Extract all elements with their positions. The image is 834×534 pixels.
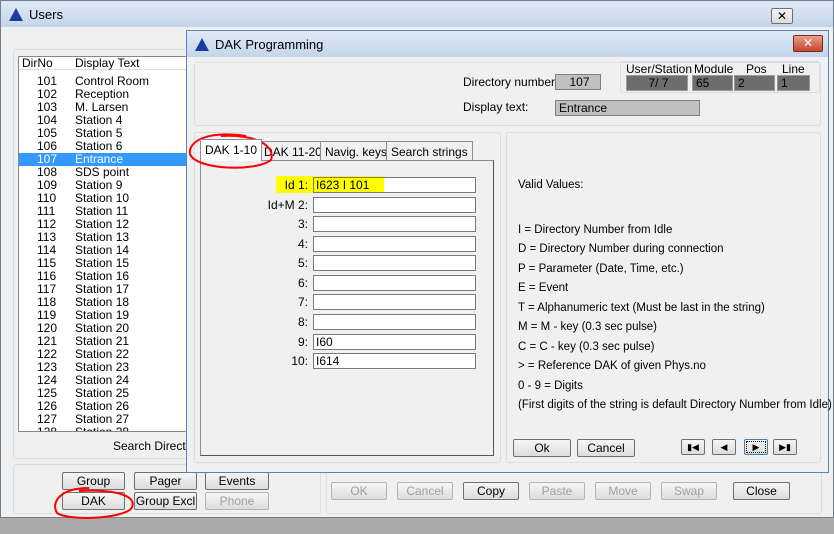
user-station-header: User/Station: [626, 62, 693, 76]
red-annotation-circle: [54, 487, 134, 519]
valid-value-line: M = M - key (0.3 sec pulse): [518, 321, 657, 333]
dak-input-9[interactable]: I60: [313, 334, 476, 350]
dak-titlebar: DAK Programming: [187, 31, 828, 57]
pos-header: Pos: [746, 62, 767, 76]
valid-value-line: > = Reference DAK of given Phys.no: [518, 360, 706, 372]
app-logo-icon: [9, 7, 23, 21]
valid-value-line: 0 - 9 = Digits: [518, 380, 583, 392]
dak-input-7[interactable]: [313, 294, 476, 310]
events-button[interactable]: Events: [205, 472, 269, 490]
pos-value: 2: [734, 75, 775, 91]
cancel-button[interactable]: Cancel: [397, 482, 453, 500]
next-record-button[interactable]: ▶: [744, 439, 768, 455]
tab-dak-1-10[interactable]: DAK 1-10: [200, 139, 263, 161]
phone-button[interactable]: Phone: [205, 492, 269, 510]
valid-value-line: P = Parameter (Date, Time, etc.): [518, 263, 684, 275]
list-header: DirNo Display Text: [19, 57, 186, 70]
users-titlebar: Users: [1, 1, 833, 27]
dak-title: DAK Programming: [215, 36, 324, 52]
col-dirno[interactable]: DirNo: [19, 57, 75, 70]
user-station-value: 7/ 7: [626, 75, 688, 91]
directory-list[interactable]: DirNo Display Text 101 Control Room 102 Rec…: [18, 56, 187, 432]
dak-label-7: 7:: [297, 295, 308, 309]
valid-value-line: T = Alphanumeric text (Must be last in t…: [518, 302, 765, 314]
dak-label-5: 5:: [297, 256, 308, 270]
dak-label-4: 4:: [297, 237, 308, 251]
line-value: 1: [777, 75, 810, 91]
dak-label-9: 9:: [297, 335, 308, 349]
users-close-button[interactable]: ✕: [771, 8, 793, 24]
ok-button[interactable]: OK: [331, 482, 387, 500]
tab-search-strings[interactable]: Search strings: [386, 141, 473, 161]
dak-input-1[interactable]: I623 I 101: [313, 177, 476, 193]
dak-input-2[interactable]: [313, 197, 476, 213]
dak-label-10: 10:: [291, 354, 308, 368]
paste-button[interactable]: Paste: [529, 482, 585, 500]
valid-value-line: I = Directory Number from Idle: [518, 224, 673, 236]
prev-record-button[interactable]: ◀: [712, 439, 736, 455]
group-excl-button[interactable]: Group Excl: [134, 492, 197, 510]
swap-button[interactable]: Swap: [661, 482, 717, 500]
last-record-button[interactable]: ▶▮: [773, 439, 797, 455]
display-text: Station 28: [75, 425, 130, 432]
valid-value-line: Valid Values:: [518, 179, 584, 191]
dak-input-6[interactable]: [313, 275, 476, 291]
module-header: Module: [694, 62, 734, 76]
display-value: Entrance: [555, 100, 700, 116]
close-button[interactable]: Close: [733, 482, 790, 500]
directory-label: Directory number:: [463, 75, 559, 89]
dak-label-3: 3:: [297, 217, 308, 231]
dak-label-8: 8:: [297, 315, 308, 329]
dirno: 128: [37, 425, 58, 432]
move-button[interactable]: Move: [595, 482, 651, 500]
dak-label-2: Id+M 2:: [267, 198, 308, 212]
dak-ok-button[interactable]: Ok: [513, 439, 571, 457]
first-record-button[interactable]: ▮◀: [681, 439, 705, 455]
valid-value-line: (First digits of the string is default D…: [518, 399, 832, 411]
dak-input-10[interactable]: I614: [313, 353, 476, 369]
module-value: 65: [692, 75, 733, 91]
valid-value-line: C = C - key (0.3 sec pulse): [518, 341, 655, 353]
directory-value: 107: [555, 74, 601, 90]
col-display-text[interactable]: Display Text: [75, 57, 139, 70]
search-label: Search Director: [113, 439, 197, 453]
dak-input-3[interactable]: [313, 216, 476, 232]
line-header: Line: [782, 62, 805, 76]
dak-cancel-button[interactable]: Cancel: [577, 439, 635, 457]
display-label: Display text:: [463, 100, 529, 114]
dak-input-5[interactable]: [313, 255, 476, 271]
dak-label-6: 6:: [297, 276, 308, 290]
valid-value-line: E = Event: [518, 282, 569, 294]
users-title: Users: [29, 6, 63, 22]
tab-navig-keys[interactable]: Navig. keys: [320, 141, 393, 161]
copy-button[interactable]: Copy: [463, 482, 519, 500]
dak-close-button[interactable]: ✕: [793, 35, 823, 52]
list-item[interactable]: 128 Station 28: [19, 426, 186, 432]
app-logo-icon: [195, 37, 209, 51]
dak-input-4[interactable]: [313, 236, 476, 252]
valid-value-line: D = Directory Number during connection: [518, 243, 724, 255]
pager-button[interactable]: Pager: [134, 472, 197, 490]
dak-input-8[interactable]: [313, 314, 476, 330]
dak-label-1: Id 1:: [284, 178, 308, 192]
